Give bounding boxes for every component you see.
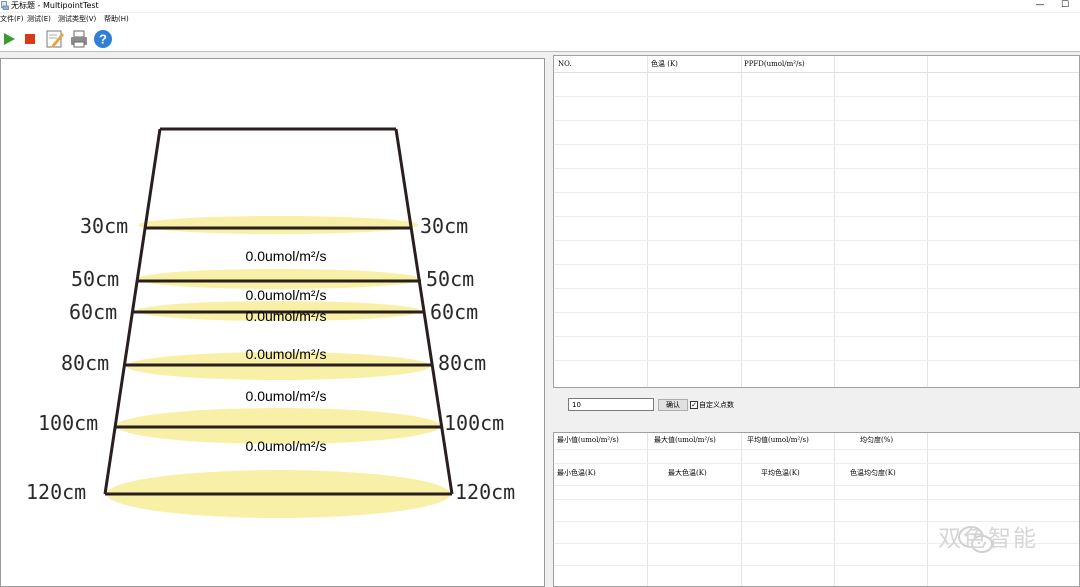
distance-label-right-50: 50cm: [426, 267, 474, 291]
summary-avg-color-temp: 平均色温(K): [761, 469, 800, 477]
checkmark-icon: ✓: [691, 401, 697, 409]
distance-label-left-120: 120cm: [28, 480, 86, 504]
ppfd-reading-120: 0.0umol/m²/s: [246, 438, 327, 454]
summary-min-ppfd: 最小值(umol/m²/s): [557, 436, 619, 444]
distance-label-right-120: 120cm: [455, 480, 515, 504]
distance-label-right-60: 60cm: [430, 300, 478, 324]
app-icon: [1, 1, 9, 10]
distance-label-right-30: 30cm: [420, 214, 468, 238]
distance-label-left-60: 60cm: [69, 300, 117, 324]
menu-test[interactable]: 测试(E): [27, 13, 51, 26]
column-header-color-temp[interactable]: 色温 (K): [651, 59, 678, 69]
print-icon[interactable]: [68, 28, 90, 50]
distance-label-left-80: 80cm: [61, 351, 109, 375]
distance-label-left-100: 100cm: [38, 411, 98, 435]
distance-label-left-50: 50cm: [71, 267, 119, 291]
ppfd-reading-100: 0.0umol/m²/s: [246, 388, 327, 404]
stop-icon[interactable]: [21, 28, 43, 50]
ppfd-reading-30: 0.0umol/m²/s: [246, 248, 327, 264]
toolbar: ?: [0, 26, 1080, 52]
light-distance-diagram: 30cm 30cm 50cm 50cm 60cm 60cm 80cm 80cm …: [28, 121, 538, 531]
distance-label-left-30: 30cm: [80, 214, 128, 238]
summary-max-color-temp: 最大色温(K): [668, 469, 707, 477]
distance-label-right-80: 80cm: [438, 351, 486, 375]
edit-icon[interactable]: [44, 28, 66, 50]
summary-avg-ppfd: 平均值(umol/m²/s): [747, 436, 809, 444]
menu-help[interactable]: 帮助(H): [104, 13, 129, 26]
distance-label-right-100: 100cm: [444, 411, 504, 435]
help-icon[interactable]: ?: [92, 28, 114, 50]
watermark-text: 双色智能: [938, 526, 1038, 552]
menu-bar: 文件(F) 测试(E) 测试类型(V) 帮助(H): [0, 13, 1080, 26]
summary-table[interactable]: 最小值(umol/m²/s) 最大值(umol/m²/s) 平均值(umol/m…: [553, 432, 1080, 587]
column-header-ppfd[interactable]: PPFD(umol/m²/s): [744, 59, 805, 69]
column-header-no[interactable]: NO.: [558, 59, 572, 69]
custom-points-label: 自定义点数: [699, 401, 734, 409]
maximize-button[interactable]: ☐: [1050, 0, 1080, 12]
light-spot-1: [136, 269, 421, 289]
custom-points-checkbox[interactable]: ✓: [690, 401, 698, 409]
summary-color-temp-uniformity: 色温均匀度(K): [850, 469, 896, 477]
ppfd-reading-50: 0.0umol/m²/s: [246, 287, 327, 303]
menu-test-type[interactable]: 测试类型(V): [58, 13, 96, 26]
summary-min-color-temp: 最小色温(K): [557, 469, 596, 477]
window-title: 无标题 - MultipointTest: [11, 1, 99, 10]
play-icon[interactable]: [0, 28, 22, 50]
summary-max-ppfd: 最大值(umol/m²/s): [654, 436, 716, 444]
menu-file[interactable]: 文件(F): [0, 13, 24, 26]
summary-uniformity: 均匀度(%): [860, 436, 894, 444]
ppfd-reading-80: 0.0umol/m²/s: [246, 346, 327, 362]
pane-splitter[interactable]: [545, 53, 553, 587]
help-glyph: ?: [99, 32, 107, 47]
point-count-input[interactable]: [568, 398, 654, 411]
light-spot-0: [138, 216, 419, 234]
results-table[interactable]: NO. 色温 (K) PPFD(umol/m²/s): [553, 55, 1080, 388]
title-bar: 无标题 - MultipointTest — ☐: [0, 0, 1080, 12]
confirm-button[interactable]: 确认: [658, 399, 688, 411]
ppfd-reading-60: 0.0umol/m²/s: [246, 308, 327, 324]
